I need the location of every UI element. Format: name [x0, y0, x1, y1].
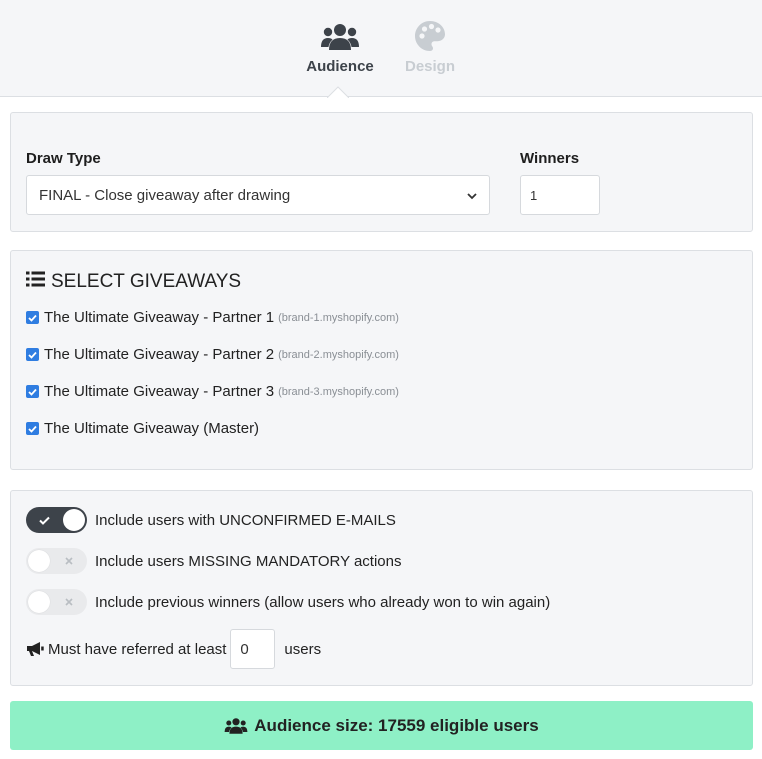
chevron-down-icon — [467, 187, 477, 204]
tab-design[interactable]: Design — [385, 18, 475, 75]
giveaway-name: The Ultimate Giveaway - Partner 3 — [44, 383, 275, 400]
giveaway-item: The Ultimate Giveaway (Master) — [26, 420, 259, 437]
draw-type-value: FINAL - Close giveaway after drawing — [39, 186, 291, 204]
giveaway-checkbox[interactable] — [26, 311, 39, 324]
giveaway-domain: (brand-1.myshopify.com) — [278, 311, 399, 324]
audience-size-text: Audience size: 17559 eligible users — [254, 715, 539, 735]
unconfirmed-label: Include users with UNCONFIRMED E-MAILS — [95, 511, 396, 529]
giveaway-checkbox[interactable] — [26, 348, 39, 361]
giveaway-checkbox[interactable] — [26, 422, 39, 435]
options-panel: Include users with UNCONFIRMED E-MAILS I… — [10, 490, 753, 686]
referral-count-input[interactable]: 0 — [230, 629, 276, 669]
missing-label: Include users MISSING MANDATORY actions — [95, 552, 402, 570]
active-tab-caret — [327, 86, 349, 98]
giveaway-name: The Ultimate Giveaway (Master) — [44, 420, 260, 437]
draw-type-label: Draw Type — [26, 150, 101, 167]
tab-design-label: Design — [404, 58, 455, 75]
audience-size-bar: Audience size: 17559 eligible users — [10, 701, 753, 750]
giveaways-title: SELECT GIVEAWAYS — [26, 271, 241, 293]
giveaways-panel: SELECT GIVEAWAYS The Ultimate Giveaway -… — [10, 250, 753, 470]
referral-suffix: users — [284, 640, 322, 658]
megaphone-icon — [26, 641, 44, 657]
giveaway-name: The Ultimate Giveaway - Partner 2 — [44, 346, 275, 363]
users-icon — [224, 717, 248, 735]
toggle-knob — [63, 509, 85, 531]
unconfirmed-toggle[interactable] — [26, 507, 87, 533]
giveaway-domain: (brand-2.myshopify.com) — [278, 348, 399, 361]
winners-value: 1 — [530, 187, 538, 203]
x-icon — [65, 589, 73, 615]
draw-settings-panel: Draw Type FINAL - Close giveaway after d… — [10, 112, 753, 232]
giveaway-item: The Ultimate Giveaway - Partner 1 (brand… — [26, 309, 399, 326]
winners-label: Winners — [520, 150, 580, 167]
option-unconfirmed: Include users with UNCONFIRMED E-MAILS — [26, 507, 396, 533]
toggle-knob — [28, 591, 50, 613]
missing-toggle[interactable] — [26, 548, 87, 574]
top-tab-bar: Audience Design — [0, 0, 762, 98]
winners-input[interactable]: 1 — [520, 175, 600, 215]
referral-count-value: 0 — [240, 640, 249, 658]
previous-toggle[interactable] — [26, 589, 87, 615]
tab-audience-label: Audience — [306, 58, 374, 75]
giveaways-title-text: SELECT GIVEAWAYS — [51, 271, 242, 292]
referral-row: Must have referred at least 0 users — [26, 629, 321, 669]
referral-prefix: Must have referred at least — [48, 640, 227, 658]
giveaway-name: The Ultimate Giveaway - Partner 1 — [44, 309, 275, 326]
list-icon — [26, 271, 45, 293]
palette-icon — [385, 18, 475, 52]
giveaway-checkbox[interactable] — [26, 385, 39, 398]
option-previous: Include previous winners (allow users wh… — [26, 589, 550, 615]
giveaway-item: The Ultimate Giveaway - Partner 2 (brand… — [26, 346, 399, 363]
previous-label: Include previous winners (allow users wh… — [95, 593, 551, 611]
tab-audience[interactable]: Audience — [295, 18, 385, 75]
giveaway-domain: (brand-3.myshopify.com) — [278, 385, 399, 398]
option-missing: Include users MISSING MANDATORY actions — [26, 548, 402, 574]
users-icon — [295, 18, 385, 52]
x-icon — [65, 548, 73, 574]
check-icon — [39, 507, 50, 533]
draw-type-select[interactable]: FINAL - Close giveaway after drawing — [26, 175, 490, 215]
giveaway-item: The Ultimate Giveaway - Partner 3 (brand… — [26, 383, 399, 400]
toggle-knob — [28, 550, 50, 572]
